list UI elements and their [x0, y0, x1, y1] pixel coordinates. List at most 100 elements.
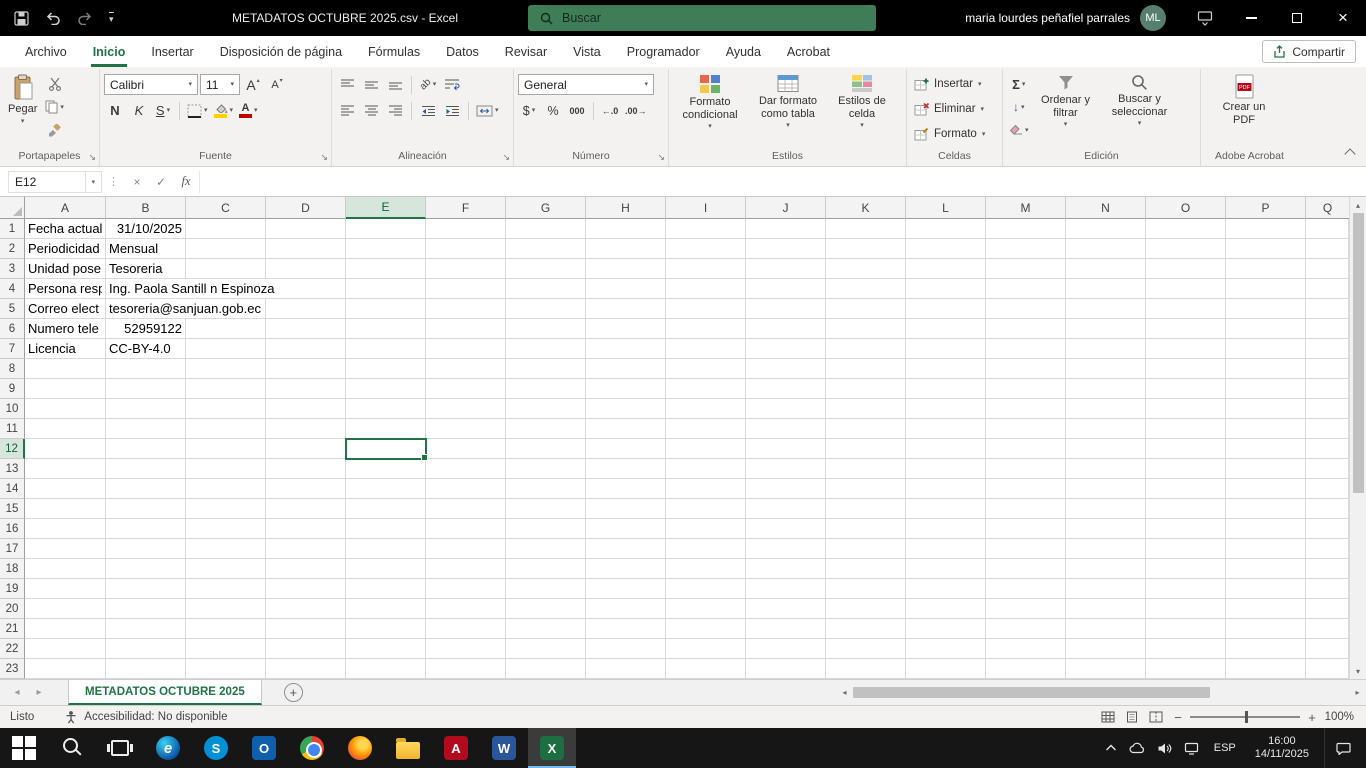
cell-F6[interactable]	[426, 319, 506, 339]
cell-O8[interactable]	[1146, 359, 1226, 379]
cell-L3[interactable]	[906, 259, 986, 279]
cell-B6[interactable]: 52959122	[106, 319, 186, 339]
cell-C12[interactable]	[186, 439, 266, 459]
percent-format-button[interactable]: %	[542, 100, 564, 122]
cell-K22[interactable]	[826, 639, 906, 659]
cell-M8[interactable]	[986, 359, 1066, 379]
tab-fórmulas[interactable]: Fórmulas	[355, 36, 433, 67]
cell-L2[interactable]	[906, 239, 986, 259]
cell-O22[interactable]	[1146, 639, 1226, 659]
cell-Q5[interactable]	[1306, 299, 1349, 319]
taskbar-button-file-explorer[interactable]	[384, 728, 432, 768]
cell-D15[interactable]	[266, 499, 346, 519]
column-header-C[interactable]: C	[186, 197, 266, 219]
cell-O15[interactable]	[1146, 499, 1226, 519]
cell-J15[interactable]	[746, 499, 826, 519]
cell-G1[interactable]	[506, 219, 586, 239]
cell-C11[interactable]	[186, 419, 266, 439]
cell-L22[interactable]	[906, 639, 986, 659]
cell-M11[interactable]	[986, 419, 1066, 439]
cell-B15[interactable]	[106, 499, 186, 519]
number-format-select[interactable]: General▾	[518, 74, 654, 95]
cell-F15[interactable]	[426, 499, 506, 519]
cell-Q1[interactable]	[1306, 219, 1349, 239]
cell-M13[interactable]	[986, 459, 1066, 479]
cell-B21[interactable]	[106, 619, 186, 639]
cell-G10[interactable]	[506, 399, 586, 419]
cell-D3[interactable]	[266, 259, 346, 279]
cell-O10[interactable]	[1146, 399, 1226, 419]
cell-M23[interactable]	[986, 659, 1066, 679]
row-header-10[interactable]: 10	[0, 399, 25, 419]
cell-N5[interactable]	[1066, 299, 1146, 319]
zoom-level[interactable]: 100%	[1322, 711, 1366, 723]
cell-I18[interactable]	[666, 559, 746, 579]
horizontal-scroll-thumb[interactable]	[853, 687, 1210, 698]
font-color-button[interactable]: A▾	[237, 100, 260, 122]
column-header-H[interactable]: H	[586, 197, 666, 219]
cell-Q22[interactable]	[1306, 639, 1349, 659]
row-header-2[interactable]: 2	[0, 239, 25, 259]
horizontal-scrollbar[interactable]: ◂ ▸	[836, 680, 1366, 705]
cell-E10[interactable]	[346, 399, 426, 419]
cell-L21[interactable]	[906, 619, 986, 639]
cell-O11[interactable]	[1146, 419, 1226, 439]
taskbar-button-excel[interactable]: X	[528, 728, 576, 768]
cell-N1[interactable]	[1066, 219, 1146, 239]
row-header-5[interactable]: 5	[0, 299, 25, 319]
cell-G18[interactable]	[506, 559, 586, 579]
column-header-E[interactable]: E	[346, 197, 426, 219]
row-header-13[interactable]: 13	[0, 459, 25, 479]
cell-A19[interactable]	[25, 579, 106, 599]
customize-quick-access-button[interactable]: ▾	[109, 12, 114, 25]
cell-P17[interactable]	[1226, 539, 1306, 559]
cell-L6[interactable]	[906, 319, 986, 339]
cell-O12[interactable]	[1146, 439, 1226, 459]
cell-F18[interactable]	[426, 559, 506, 579]
cell-C9[interactable]	[186, 379, 266, 399]
cell-K8[interactable]	[826, 359, 906, 379]
column-header-Q[interactable]: Q	[1306, 197, 1349, 219]
cell-J23[interactable]	[746, 659, 826, 679]
underline-button[interactable]: S▾	[152, 100, 174, 122]
cell-M17[interactable]	[986, 539, 1066, 559]
cell-G3[interactable]	[506, 259, 586, 279]
cell-L19[interactable]	[906, 579, 986, 599]
cut-button[interactable]	[43, 73, 66, 95]
cell-O18[interactable]	[1146, 559, 1226, 579]
cell-F23[interactable]	[426, 659, 506, 679]
cell-D9[interactable]	[266, 379, 346, 399]
cell-B11[interactable]	[106, 419, 186, 439]
scroll-left-icon[interactable]: ◂	[836, 680, 853, 705]
format-painter-button[interactable]	[43, 119, 66, 141]
save-button[interactable]	[14, 11, 29, 26]
number-dialog-launcher[interactable]: ↘	[657, 153, 665, 162]
cell-E17[interactable]	[346, 539, 426, 559]
row-header-12[interactable]: 12	[0, 439, 25, 459]
cell-H11[interactable]	[586, 419, 666, 439]
cell-L14[interactable]	[906, 479, 986, 499]
cell-N3[interactable]	[1066, 259, 1146, 279]
cell-Q9[interactable]	[1306, 379, 1349, 399]
cell-P20[interactable]	[1226, 599, 1306, 619]
onedrive-icon[interactable]	[1129, 742, 1147, 754]
cell-C18[interactable]	[186, 559, 266, 579]
italic-button[interactable]: K	[128, 100, 150, 122]
cell-Q4[interactable]	[1306, 279, 1349, 299]
cell-M6[interactable]	[986, 319, 1066, 339]
cell-C16[interactable]	[186, 519, 266, 539]
cell-F2[interactable]	[426, 239, 506, 259]
scroll-up-icon[interactable]: ▴	[1350, 197, 1366, 213]
cell-L12[interactable]	[906, 439, 986, 459]
cell-I21[interactable]	[666, 619, 746, 639]
cell-N10[interactable]	[1066, 399, 1146, 419]
cell-M16[interactable]	[986, 519, 1066, 539]
cell-K21[interactable]	[826, 619, 906, 639]
taskbar-button-outlook[interactable]: O	[240, 728, 288, 768]
formula-input[interactable]	[199, 171, 1358, 193]
cell-J9[interactable]	[746, 379, 826, 399]
taskbar-button-acrobat[interactable]: A	[432, 728, 480, 768]
cell-P2[interactable]	[1226, 239, 1306, 259]
cell-D14[interactable]	[266, 479, 346, 499]
column-header-O[interactable]: O	[1146, 197, 1226, 219]
